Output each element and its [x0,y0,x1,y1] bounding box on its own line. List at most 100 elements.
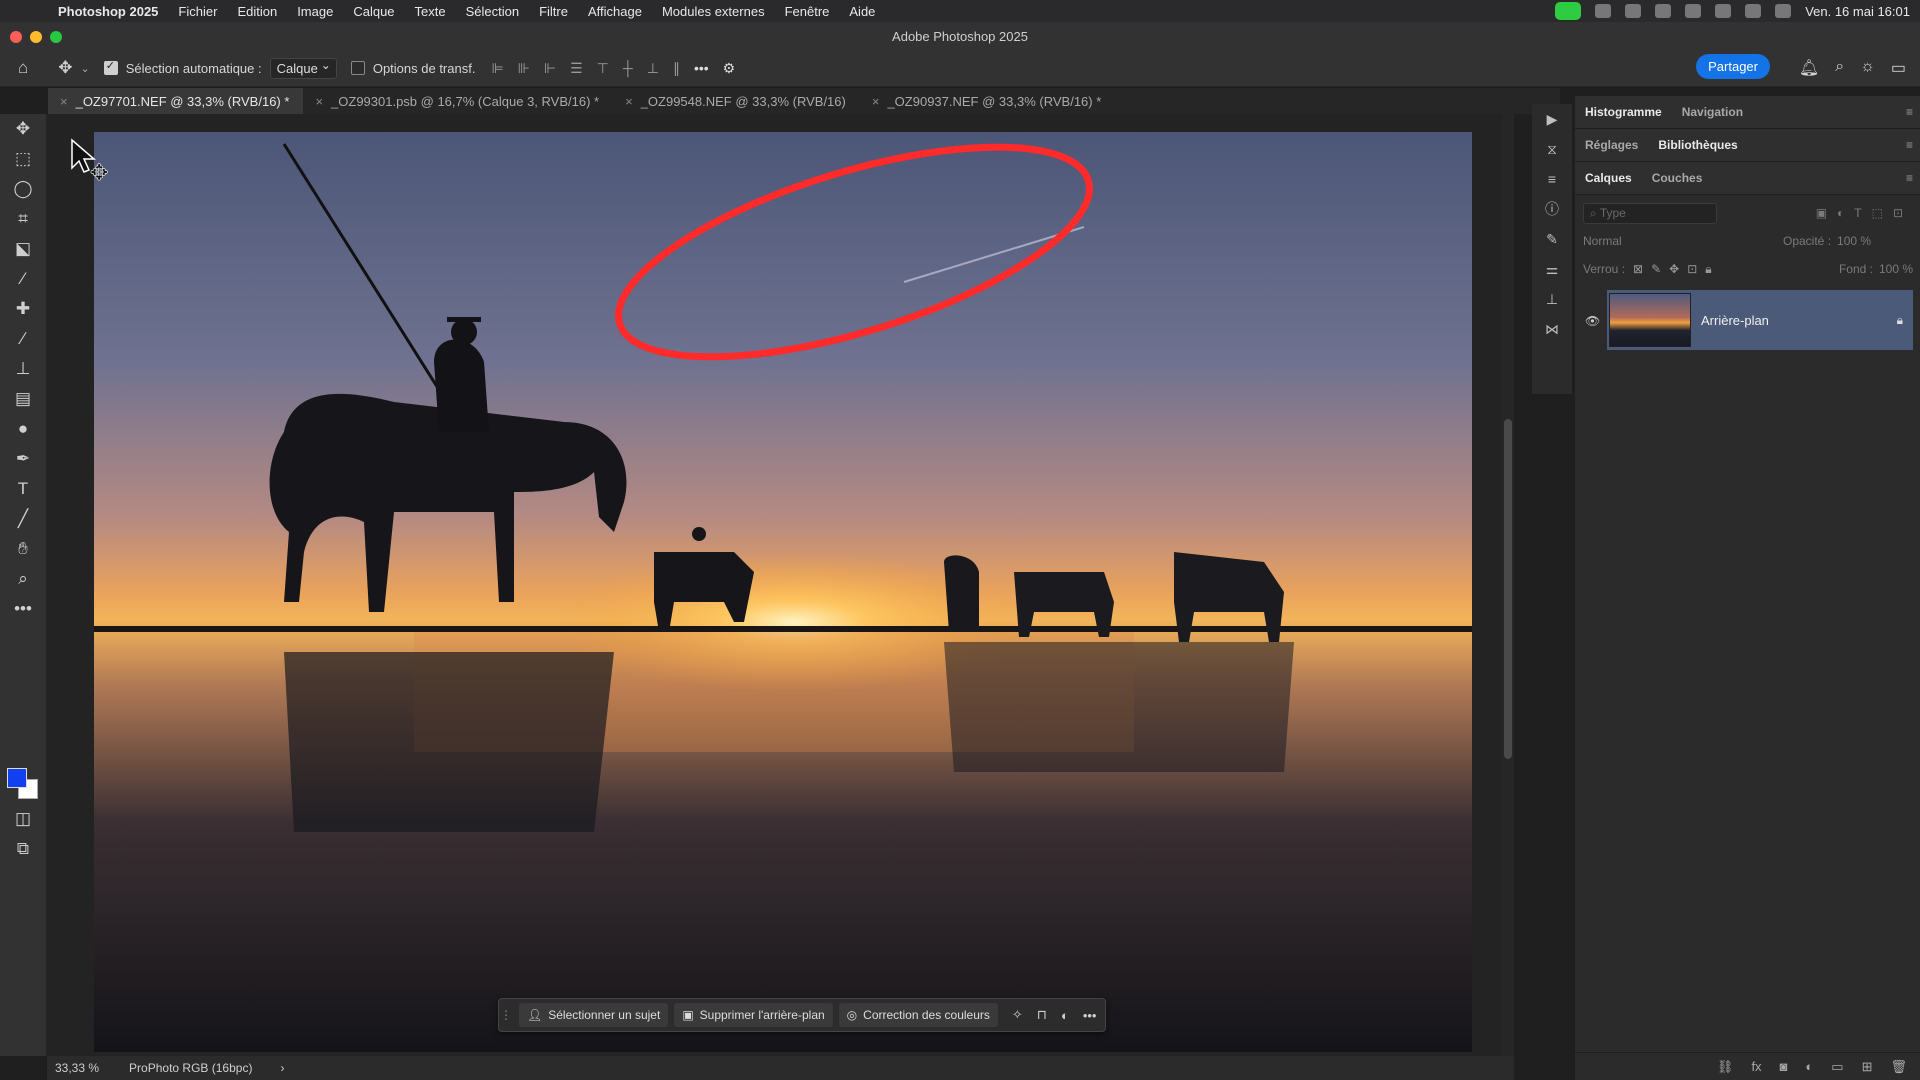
blend-mode-dropdown[interactable]: Normal [1583,234,1783,248]
battery-icon[interactable] [1685,4,1702,18]
marquee-tool-icon[interactable]: ⬚ [0,144,46,174]
align-middle-v-icon[interactable]: ┼ [623,60,633,77]
tab-document-1[interactable]: × _OZ97701.NEF @ 33,3% (RVB/16) * [48,88,304,114]
object-select-tool-icon[interactable]: ⬕ [0,234,46,264]
menu-selection[interactable]: Sélection [456,4,529,19]
lasso-tool-icon[interactable]: ◯ [0,174,46,204]
close-tab-icon[interactable]: × [60,94,68,109]
layer-filter-input[interactable]: ⌕ Type [1583,202,1717,224]
facetime-icon[interactable] [1555,2,1582,20]
align-center-h-icon[interactable]: ⊪ [518,60,530,77]
auto-select-dropdown[interactable]: Calque [269,57,337,79]
line-tool-icon[interactable]: ╱ [0,504,46,534]
tab-navigation[interactable]: Navigation [1672,105,1753,119]
menu-texte[interactable]: Texte [405,4,456,19]
type-tool-icon[interactable]: T [0,474,46,504]
paths-icon[interactable]: ⋈ [1532,314,1572,344]
vertical-scrollbar[interactable] [1502,114,1514,1056]
tab-document-4[interactable]: × _OZ90937.NEF @ 33,3% (RVB/16) * [860,88,1115,114]
more-options-icon[interactable]: ••• [694,60,709,77]
tab-layers[interactable]: Calques [1575,171,1642,185]
remove-background-button[interactable]: ▣ Supprimer l'arrière-plan [674,1003,833,1027]
close-window-icon[interactable] [10,31,22,43]
tool-preset-chevron-icon[interactable]: ⌄ [81,62,90,75]
screen-record-icon[interactable] [1595,4,1612,18]
clock[interactable]: Ven. 16 mai 16:01 [1805,4,1910,19]
lock-icons[interactable]: ⊠✎✥⊡🔒︎ [1633,262,1720,277]
drag-handle-icon[interactable]: ⋮ [499,1008,513,1022]
menu-edition[interactable]: Edition [227,4,287,19]
menu-app-name[interactable]: Photoshop 2025 [48,4,168,19]
fill-value[interactable]: 100 % [1879,262,1913,276]
add-mask-icon[interactable]: ◙ [1780,1059,1788,1074]
home-icon[interactable]: ⌂ [18,58,28,78]
distribute-h-icon[interactable]: ☰ [570,60,583,77]
zoom-level[interactable]: 33,33 % [55,1061,99,1075]
pen-tool-icon[interactable]: ✒ [0,444,46,474]
layer-row-background[interactable]: Arrière-plan 🔒︎ [1607,290,1913,350]
settings-gear-icon[interactable]: ⚙ [723,60,736,77]
info-icon[interactable]: ⓘ [1532,194,1572,224]
healing-brush-tool-icon[interactable]: ✚ [0,294,46,324]
gradient-tool-icon[interactable]: ▤ [0,384,46,414]
tab-libraries[interactable]: Bibliothèques [1648,138,1747,152]
mask-icon[interactable]: ⊓ [1037,1007,1047,1023]
tab-histogram[interactable]: Histogramme [1575,105,1672,119]
distribute-v-icon[interactable]: ∥ [673,60,680,77]
menu-affichage[interactable]: Affichage [578,4,652,19]
stamp-tool-icon[interactable]: ⊥ [0,354,46,384]
cursor-icon[interactable] [1625,4,1642,18]
trash-icon[interactable]: 🗑︎ [1890,1059,1907,1075]
align-top-icon[interactable]: ⊤ [597,60,609,77]
new-layer-icon[interactable]: ⊞ [1862,1059,1873,1075]
fx-icon[interactable]: fx [1751,1059,1761,1074]
link-layers-icon[interactable]: ⛓ [1717,1059,1734,1075]
hand-tool-icon[interactable]: ✋︎ [0,534,46,564]
align-left-icon[interactable]: ⊫ [491,60,503,77]
minimize-window-icon[interactable] [30,31,42,43]
workspace-icon[interactable]: ▭ [1891,58,1906,78]
layer-filter-icons[interactable]: ▣◐T⬚⊡ [1816,206,1913,220]
menu-image[interactable]: Image [287,4,343,19]
align-right-icon[interactable]: ⊩ [544,60,556,77]
menu-calque[interactable]: Calque [343,4,404,19]
dodge-tool-icon[interactable]: ● [0,414,46,444]
discover-bulb-icon[interactable]: ☼ [1860,58,1875,78]
menu-fichier[interactable]: Fichier [168,4,227,19]
screen-mode-icon[interactable]: ⧉ [0,834,46,864]
panel-menu-icon[interactable]: ≡ [1906,138,1913,152]
adjustment-icon[interactable]: ◐ [1061,1008,1069,1023]
control-center-icon[interactable] [1775,4,1792,18]
vertical-scroll-thumb[interactable] [1504,419,1512,759]
tab-document-2[interactable]: × _OZ99301.psb @ 16,7% (Calque 3, RVB/16)… [303,88,613,114]
tab-channels[interactable]: Couches [1642,171,1713,185]
canvas-area[interactable] [47,114,1514,1056]
more-icon[interactable]: ••• [1083,1008,1097,1023]
spotlight-icon[interactable] [1745,4,1762,18]
brush-tool-icon[interactable]: ∕ [0,324,46,354]
panel-menu-icon[interactable]: ≡ [1906,105,1913,119]
close-tab-icon[interactable]: × [315,94,323,109]
menu-aide[interactable]: Aide [839,4,885,19]
auto-select-checkbox[interactable] [103,59,118,75]
zoom-window-icon[interactable] [50,31,62,43]
close-tab-icon[interactable]: × [625,94,633,109]
more-tools-icon[interactable]: ••• [0,594,46,624]
document-image[interactable] [94,132,1472,1052]
crop-tool-icon[interactable]: ⌗ [0,204,46,234]
wifi-icon[interactable] [1715,4,1732,18]
tab-document-3[interactable]: × _OZ99548.NEF @ 33,3% (RVB/16) [613,88,860,114]
layer-visibility-eye-icon[interactable]: 👁︎ [1585,314,1600,328]
menu-fenetre[interactable]: Fenêtre [775,4,840,19]
group-folder-icon[interactable]: ▭ [1831,1059,1843,1075]
select-subject-button[interactable]: 👤︎ Sélectionner un sujet [519,1003,669,1027]
properties-icon[interactable]: ≡ [1532,164,1572,194]
foreground-color-swatch[interactable] [7,768,27,788]
search-icon[interactable]: ⌕ [1835,58,1844,78]
align-bottom-icon[interactable]: ⊥ [647,60,659,77]
transform-checkbox[interactable] [350,61,365,75]
adjustments-icon[interactable]: ⚌ [1532,254,1572,284]
quick-mask-icon[interactable]: ◫ [0,804,46,834]
opacity-value[interactable]: 100 % [1837,234,1871,248]
wifi-status-icon[interactable] [1655,4,1672,18]
